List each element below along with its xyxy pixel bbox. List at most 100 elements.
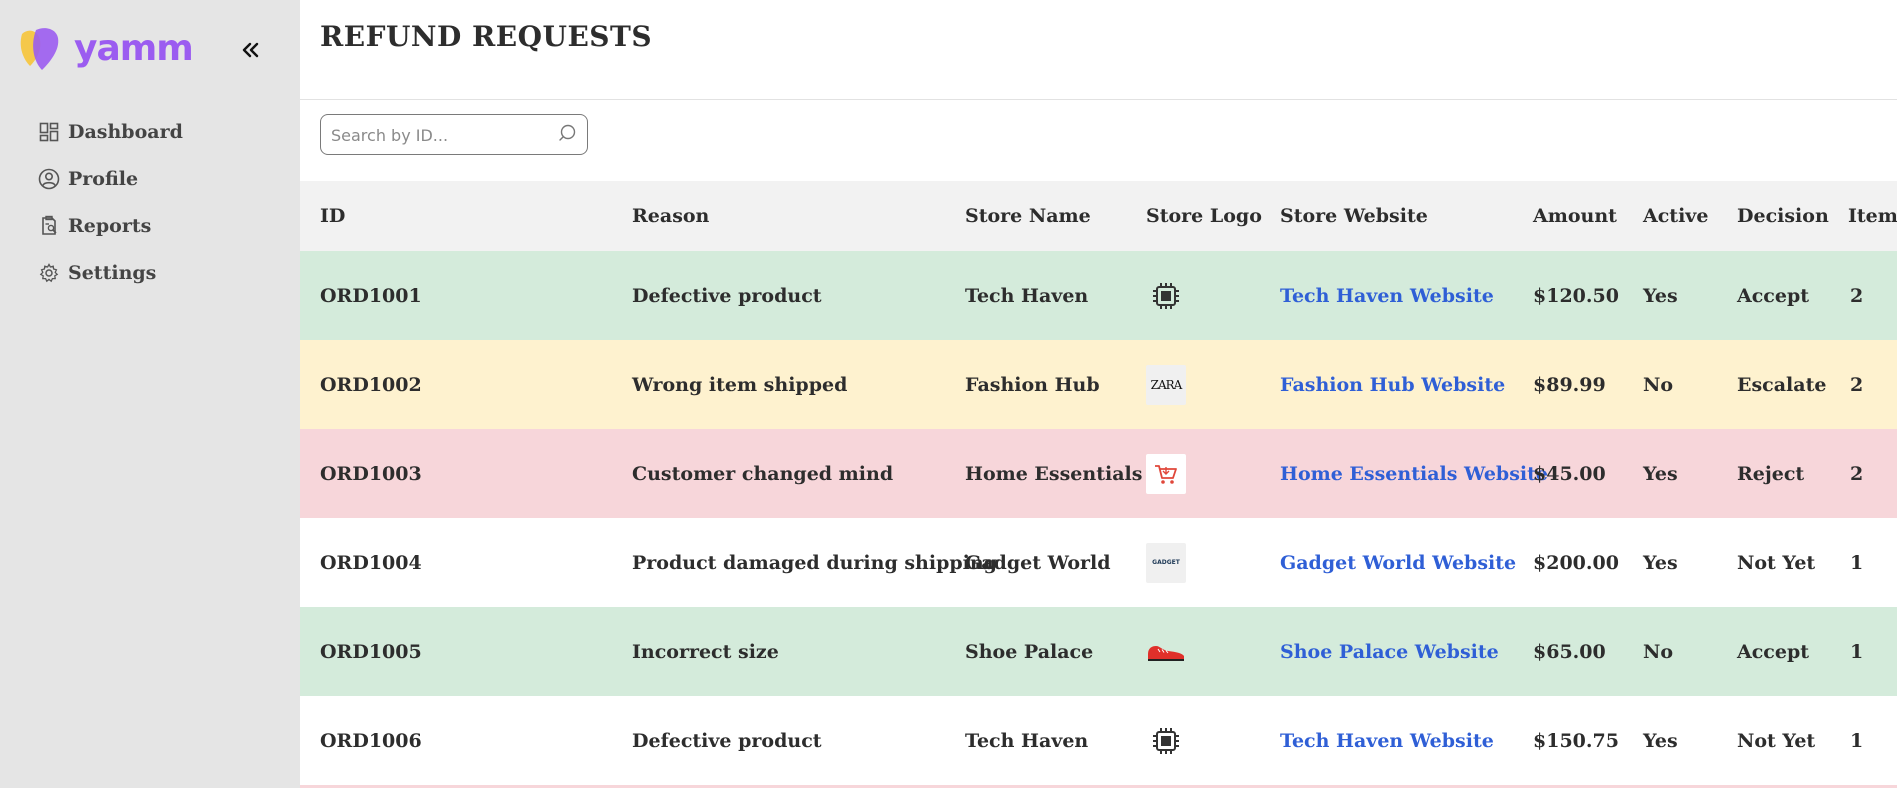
cell-reason: Product damaged during shipping <box>632 551 997 574</box>
table-row[interactable]: ORD1002 Wrong item shipped Fashion Hub Z… <box>300 340 1897 429</box>
cell-amount: $65.00 <box>1533 640 1606 663</box>
cell-store-name: Shoe Palace <box>965 640 1094 663</box>
search-box <box>320 114 588 155</box>
store-website-link[interactable]: Tech Haven Website <box>1280 251 1494 340</box>
sneaker-logo-icon <box>1146 632 1186 672</box>
brand-logo[interactable]: yamm <box>18 26 194 78</box>
cell-reason: Wrong item shipped <box>632 373 848 396</box>
cell-amount: $150.75 <box>1533 729 1619 752</box>
cell-decision: Reject <box>1737 462 1805 485</box>
cell-reason: Incorrect size <box>632 640 779 663</box>
cell-id: ORD1003 <box>320 462 422 485</box>
main-content: REFUND REQUESTS ID Reason Store Name Sto… <box>300 0 1897 788</box>
chip-logo-icon <box>1146 721 1186 761</box>
cell-id: ORD1002 <box>320 373 422 396</box>
cell-store-name: Gadget World <box>965 551 1111 574</box>
user-circle-icon <box>38 168 60 190</box>
store-website-link[interactable]: Tech Haven Website <box>1280 696 1494 785</box>
cell-items: 2 <box>1850 373 1864 396</box>
cell-store-logo <box>1146 251 1186 340</box>
brand-name: yamm <box>74 28 194 69</box>
store-website-link[interactable]: Shoe Palace Website <box>1280 607 1499 696</box>
cell-items: 1 <box>1850 729 1864 752</box>
table-row[interactable]: ORD1005 Incorrect size Shoe Palace Shoe … <box>300 607 1897 696</box>
table-header: ID Reason Store Name Store Logo Store We… <box>300 181 1897 251</box>
gear-icon <box>38 262 60 284</box>
cell-active: No <box>1643 640 1674 663</box>
cell-active: No <box>1643 373 1674 396</box>
cell-active: Yes <box>1643 729 1678 752</box>
cell-amount: $200.00 <box>1533 551 1619 574</box>
cell-decision: Not Yet <box>1737 729 1816 752</box>
cell-decision: Escalate <box>1737 373 1827 396</box>
column-header-store-logo[interactable]: Store Logo <box>1146 181 1262 251</box>
cell-store-name: Tech Haven <box>965 284 1089 307</box>
table-row[interactable]: ORD1003 Customer changed mind Home Essen… <box>300 429 1897 518</box>
dashboard-icon <box>38 121 60 143</box>
cell-id: ORD1004 <box>320 551 422 574</box>
cell-store-logo: ZARA <box>1146 340 1186 429</box>
column-header-reason[interactable]: Reason <box>632 181 709 251</box>
cell-items: 2 <box>1850 462 1864 485</box>
cell-items: 1 <box>1850 551 1864 574</box>
store-website-link[interactable]: Fashion Hub Website <box>1280 340 1505 429</box>
store-website-link[interactable]: Home Essentials Website <box>1280 429 1548 518</box>
sidebar-item-label: Dashboard <box>68 120 183 143</box>
sidebar-item-settings[interactable]: Settings <box>38 249 183 296</box>
column-header-amount[interactable]: Amount <box>1533 181 1617 251</box>
cell-decision: Accept <box>1737 640 1810 663</box>
page-title: REFUND REQUESTS <box>320 20 653 53</box>
sidebar: yamm Dashboard Profile Reports Settings <box>0 0 300 788</box>
sidebar-item-label: Profile <box>68 167 139 190</box>
sidebar-item-reports[interactable]: Reports <box>38 202 183 249</box>
column-header-id[interactable]: ID <box>320 181 345 251</box>
table-row[interactable]: ORD1006 Defective product Tech Haven Tec… <box>300 696 1897 785</box>
table-row[interactable]: ORD1004 Product damaged during shipping … <box>300 518 1897 607</box>
column-header-items[interactable]: Items <box>1848 181 1897 251</box>
cell-store-name: Tech Haven <box>965 729 1089 752</box>
cell-id: ORD1006 <box>320 729 422 752</box>
chip-logo-icon <box>1146 276 1186 316</box>
cell-decision: Accept <box>1737 284 1810 307</box>
cell-reason: Customer changed mind <box>632 462 894 485</box>
collapse-sidebar-button[interactable] <box>238 38 262 62</box>
search-icon[interactable] <box>557 122 581 146</box>
gadget-logo-icon: GADGET <box>1146 542 1186 583</box>
logo-mark-icon <box>20 28 59 70</box>
cell-id: ORD1005 <box>320 640 422 663</box>
sidebar-item-dashboard[interactable]: Dashboard <box>38 108 183 155</box>
cell-amount: $89.99 <box>1533 373 1606 396</box>
cell-store-logo <box>1146 696 1186 785</box>
column-header-store-name[interactable]: Store Name <box>965 181 1091 251</box>
cell-items: 2 <box>1850 284 1864 307</box>
cell-active: Yes <box>1643 284 1678 307</box>
sidebar-item-label: Settings <box>68 261 157 284</box>
cell-items: 1 <box>1850 640 1864 663</box>
sidebar-item-label: Reports <box>68 214 152 237</box>
cell-store-name: Home Essentials <box>965 462 1143 485</box>
cell-active: Yes <box>1643 462 1678 485</box>
column-header-store-website[interactable]: Store Website <box>1280 181 1428 251</box>
store-website-link[interactable]: Gadget World Website <box>1280 518 1516 607</box>
cell-store-logo <box>1146 429 1186 518</box>
sidebar-item-profile[interactable]: Profile <box>38 155 183 202</box>
cell-decision: Not Yet <box>1737 551 1816 574</box>
column-header-decision[interactable]: Decision <box>1737 181 1829 251</box>
cell-store-name: Fashion Hub <box>965 373 1100 396</box>
table-row[interactable]: ORD1001 Defective product Tech Haven Tec… <box>300 251 1897 340</box>
cell-reason: Defective product <box>632 729 822 752</box>
cell-amount: $120.50 <box>1533 284 1619 307</box>
cell-reason: Defective product <box>632 284 822 307</box>
cart-logo-icon <box>1146 453 1186 494</box>
column-header-active[interactable]: Active <box>1643 181 1708 251</box>
zara-logo-icon: ZARA <box>1146 364 1186 405</box>
chevrons-left-icon <box>242 42 259 58</box>
cell-store-logo <box>1146 607 1186 696</box>
cell-id: ORD1001 <box>320 284 422 307</box>
cell-active: Yes <box>1643 551 1678 574</box>
search-input[interactable] <box>331 123 551 147</box>
report-icon <box>38 215 60 237</box>
cell-store-logo: GADGET <box>1146 518 1186 607</box>
header-divider <box>300 99 1897 100</box>
sidebar-nav: Dashboard Profile Reports Settings <box>38 108 183 296</box>
